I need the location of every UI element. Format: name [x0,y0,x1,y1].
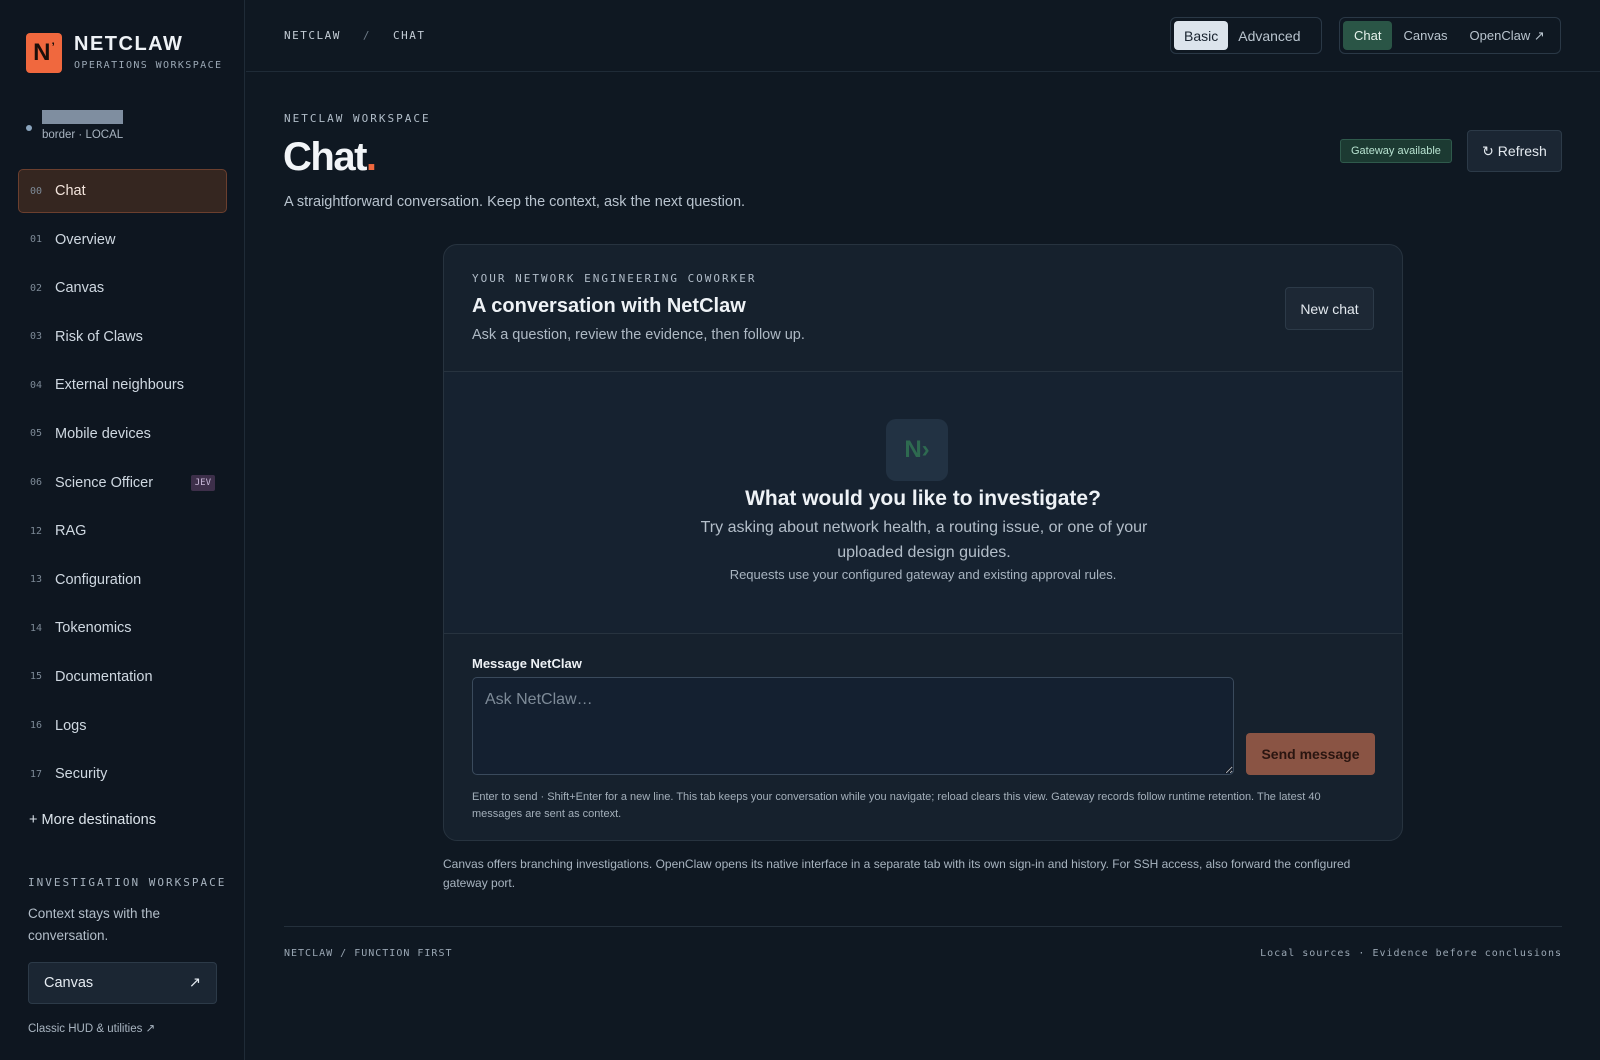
sidebar-item-label: Chat [55,183,86,199]
nav-number: 03 [30,331,43,343]
brand-name: NETCLAW [74,33,184,55]
footer-right: Local sources · Evidence before conclusi… [1260,948,1562,959]
sidebar-item-risk-of-claws[interactable]: 03 Risk of Claws [18,315,227,359]
topbar: NETCLAW / CHAT Basic Advanced Chat Canvas … [246,0,1600,72]
sidebar-item-configuration[interactable]: 13 Configuration [18,558,227,602]
brand[interactable]: N’ NETCLAW OPERATIONS WORKSPACE [26,33,222,73]
sidebar-item-documentation[interactable]: 15 Documentation [18,655,227,699]
sidebar: N’ NETCLAW OPERATIONS WORKSPACE border ·… [0,0,245,1060]
sidebar-item-science-officer[interactable]: 06 Science Officer JEV [18,461,227,505]
sidebar-item-rag[interactable]: 12 RAG [18,509,227,553]
nav-number: 05 [30,428,43,440]
sidebar-item-label: External neighbours [55,377,184,394]
sidebar-item-external-neighbours[interactable]: 04 External neighbours [18,363,227,407]
user-status: border · LOCAL [26,110,123,141]
nav-number: 13 [30,574,43,586]
empty-state-title: What would you like to investigate? [745,487,1101,510]
empty-state-note: Requests use your configured gateway and… [729,567,1117,582]
breadcrumb: NETCLAW / CHAT [284,29,425,42]
canvas-button[interactable]: Canvas ↗ [28,962,217,1004]
nav-number: 12 [30,525,43,537]
card-subtitle: Ask a question, review the evidence, the… [472,327,805,343]
user-meta: border · LOCAL [42,129,124,141]
page-title-dot: . [365,135,377,179]
sidebar-item-label: Canvas [55,280,105,297]
sidebar-item-canvas[interactable]: 02 Canvas [18,266,227,310]
mode-basic-button[interactable]: Basic [1174,21,1229,50]
page-title: Chat. [283,135,377,180]
brand-logo: N’ [26,33,62,73]
chat-empty-state: N› What would you like to investigate? T… [444,372,1402,634]
nav-number: 16 [30,720,43,732]
sidebar-item-label: Science Officer [55,474,154,491]
nav-number: 00 [30,185,43,197]
more-destinations-link[interactable]: + More destinations [29,812,156,828]
sidebar-item-overview[interactable]: 01 Overview [18,218,227,262]
page-kicker: NETCLAW WORKSPACE [284,112,431,125]
sidebar-item-mobile-devices[interactable]: 05 Mobile devices [18,412,227,456]
footnote: Canvas offers branching investigations. … [443,857,1351,890]
composer: Message NetClaw Send message Enter to se… [444,634,1402,840]
sidebar-item-label: RAG [55,523,87,540]
send-message-button[interactable]: Send message [1246,733,1375,775]
sidebar-nav: 00 Chat 01 Overview 02 Canvas 03 Risk of… [18,169,227,801]
message-label: Message NetClaw [472,656,582,671]
view-openclaw-link[interactable]: OpenClaw ↗ [1459,21,1556,50]
netclaw-icon: N› [886,419,948,481]
sidebar-item-security[interactable]: 17 Security [18,752,227,796]
nav-number: 17 [30,768,43,780]
status-dot-icon [26,124,32,131]
card-kicker: YOUR NETWORK ENGINEERING COWORKER [472,272,757,285]
investigation-text: Context stays with the conversation. [28,906,161,943]
external-link-icon: ↗ [188,975,201,991]
card-title: A conversation with NetClaw [472,295,746,317]
view-switcher: Chat Canvas OpenClaw ↗ [1339,17,1561,54]
canvas-button-label: Canvas [44,975,94,991]
composer-hint: Enter to send · Shift+Enter for a new li… [472,791,1321,820]
sidebar-item-label: Overview [55,231,116,248]
empty-state-text: Try asking about network health, a routi… [700,519,1148,561]
classic-hud-link[interactable]: Classic HUD & utilities ↗ [28,1021,155,1035]
brand-logo-mark: ’ [51,40,55,54]
footer-left: NETCLAW / FUNCTION FIRST [284,948,453,959]
refresh-button[interactable]: ↻ Refresh [1467,130,1562,172]
view-chat-tab[interactable]: Chat [1343,21,1393,50]
sidebar-item-label: Mobile devices [55,425,151,442]
new-chat-button[interactable]: New chat [1285,287,1374,330]
sidebar-item-label: Risk of Claws [55,328,143,345]
message-input[interactable] [472,677,1234,775]
brand-subtitle: OPERATIONS WORKSPACE [74,60,223,71]
nav-number: 06 [30,477,43,489]
breadcrumb-current: CHAT [392,29,426,42]
nav-number: 01 [30,234,43,246]
mode-toggle: Basic Advanced [1170,17,1322,54]
nav-number: 15 [30,671,43,683]
sidebar-item-logs[interactable]: 16 Logs [18,704,227,748]
sidebar-item-label: Logs [55,717,87,734]
brand-logo-letter: N [33,39,51,66]
sidebar-item-chat[interactable]: 00 Chat [18,169,227,213]
sidebar-item-label: Configuration [55,571,142,588]
footer-divider [284,926,1562,927]
breadcrumb-root[interactable]: NETCLAW [284,29,341,42]
page-subtitle: A straightforward conversation. Keep the… [284,194,746,210]
gateway-status-badge: Gateway available [1340,139,1452,163]
nav-badge: JEV [190,474,215,491]
view-canvas-tab[interactable]: Canvas [1392,21,1458,50]
chat-card-header: YOUR NETWORK ENGINEERING COWORKER A conv… [444,245,1402,372]
chat-card: YOUR NETWORK ENGINEERING COWORKER A conv… [443,244,1403,841]
sidebar-item-label: Security [55,766,108,783]
page-title-text: Chat [283,135,367,179]
nav-number: 02 [30,282,43,294]
breadcrumb-separator: / [362,29,371,42]
sidebar-item-tokenomics[interactable]: 14 Tokenomics [18,606,227,650]
sidebar-item-label: Documentation [55,668,153,685]
sidebar-item-label: Tokenomics [55,620,132,637]
nav-number: 04 [30,379,43,391]
mode-advanced-button[interactable]: Advanced [1228,21,1310,50]
investigation-title: INVESTIGATION WORKSPACE [28,876,227,889]
user-name-redacted [42,110,123,124]
nav-number: 14 [30,622,43,634]
